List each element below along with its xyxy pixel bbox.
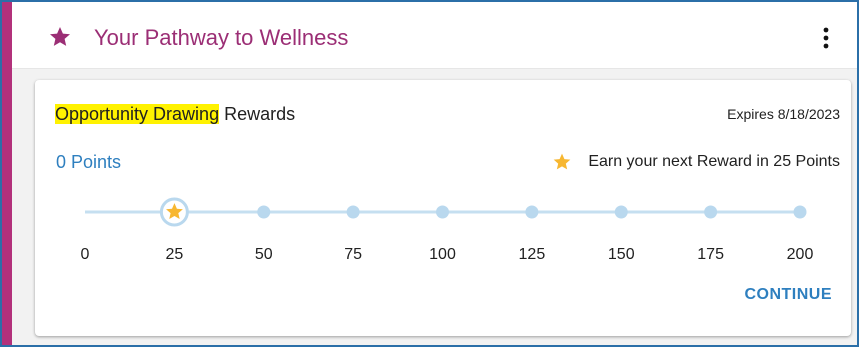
milestone-dot <box>436 205 449 219</box>
reward-star-icon <box>553 153 571 170</box>
milestone-label: 75 <box>344 246 362 263</box>
milestone-dot <box>257 205 271 219</box>
reward-title: Opportunity Drawing Rewards <box>55 103 295 125</box>
milestone-dot <box>704 205 718 219</box>
milestone-label: 125 <box>519 246 546 263</box>
progress-track-svg: 0 25 50 75 100 125 150 175 200 <box>81 197 814 263</box>
points-progress-track: 0 25 50 75 100 125 150 175 200 <box>35 190 851 270</box>
next-reward-info: Earn your next Reward in 25 Points <box>552 152 840 172</box>
milestone-label: 100 <box>429 246 456 263</box>
reward-title-highlight: Opportunity Drawing <box>55 104 220 124</box>
wellness-widget: Your Pathway to Wellness Opportunity Dra… <box>0 0 859 347</box>
milestone-dot <box>346 205 360 219</box>
continue-button[interactable]: CONTINUE <box>744 286 832 304</box>
milestone-label: 200 <box>787 246 814 263</box>
milestone-label: 25 <box>165 246 183 263</box>
milestone-label: 175 <box>697 246 724 263</box>
more-vertical-icon[interactable] <box>817 26 835 50</box>
widget-header: Your Pathway to Wellness <box>12 2 857 69</box>
next-reward-text: Earn your next Reward in 25 Points <box>588 153 840 170</box>
expiry-date: Expires 8/18/2023 <box>727 106 840 122</box>
accent-bar <box>2 2 12 345</box>
milestone-label: 0 <box>81 246 90 263</box>
reward-title-rest: Rewards <box>219 104 296 124</box>
milestone-dot <box>614 205 628 219</box>
star-icon <box>50 27 70 46</box>
milestone-label: 50 <box>255 246 273 263</box>
points-balance: 0 Points <box>56 152 122 172</box>
page-title: Your Pathway to Wellness <box>94 25 349 50</box>
milestone-dot <box>525 205 539 219</box>
content-area: Opportunity Drawing Rewards Expires 8/18… <box>12 69 857 345</box>
milestone-label: 150 <box>608 246 635 263</box>
milestone-dot <box>793 205 807 219</box>
reward-card: Opportunity Drawing Rewards Expires 8/18… <box>35 80 851 336</box>
